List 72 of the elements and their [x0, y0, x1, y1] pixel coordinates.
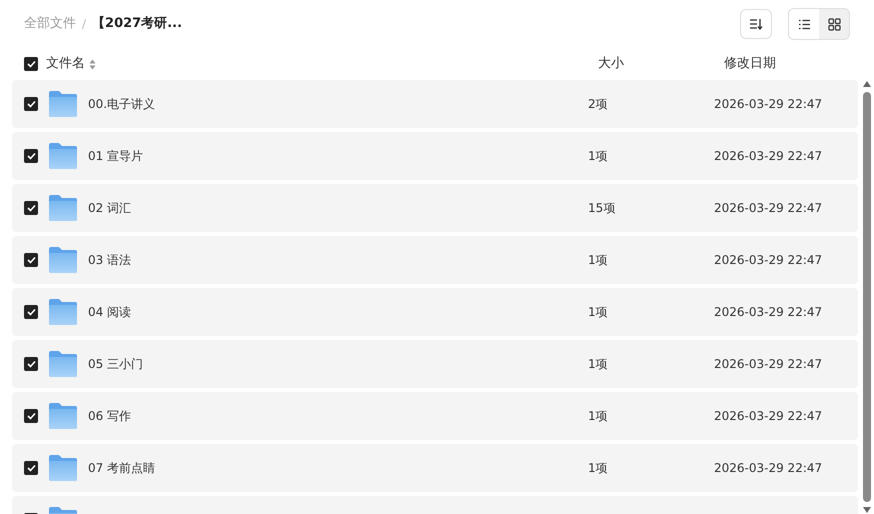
checkbox[interactable] [24, 149, 38, 163]
checkbox[interactable] [24, 97, 38, 111]
file-row[interactable]: 03 语法 1项 2026-03-29 22:47 [12, 236, 858, 284]
file-name: 01 宣导片 [88, 148, 144, 165]
item-count: 1项 [588, 356, 609, 373]
sort-button[interactable] [740, 9, 772, 39]
folder-icon [48, 246, 78, 274]
check-icon [26, 204, 36, 212]
check-icon [26, 308, 36, 316]
breadcrumb-current: 【2027考研... [92, 15, 182, 34]
scroll-down-icon[interactable] [862, 506, 872, 514]
column-header[interactable]: 修改日期 [724, 54, 776, 74]
modified-date: 2026-03-29 22:47 [714, 304, 822, 321]
folder-icon [48, 298, 78, 326]
list-view-button[interactable] [789, 9, 819, 39]
checkbox[interactable] [24, 253, 38, 267]
column-header[interactable]: 大小 [598, 54, 724, 74]
modified-date: 2026-03-29 22:47 [714, 356, 822, 373]
scrollbar-thumb[interactable] [863, 92, 871, 502]
file-row[interactable]: 07 考前点睛 1项 2026-03-29 22:47 [12, 444, 858, 492]
folder-icon [48, 454, 78, 482]
item-count: 1项 [588, 148, 609, 165]
item-count: 2项 [588, 96, 609, 113]
folder-icon [48, 402, 78, 430]
modified-date: 2026-03-29 22:47 [714, 200, 822, 217]
folder-icon [48, 350, 78, 378]
checkbox[interactable] [24, 305, 38, 319]
file-name: 06 写作 [88, 408, 132, 425]
column-header[interactable]: 文件名 [46, 54, 85, 74]
file-name: 03 语法 [88, 252, 132, 269]
checkbox[interactable] [24, 201, 38, 215]
folder-icon [48, 194, 78, 222]
item-count: 1项 [588, 304, 609, 321]
check-icon [26, 412, 36, 420]
file-name: 04 阅读 [88, 304, 132, 321]
file-name: 05 三小门 [88, 356, 144, 373]
checkbox[interactable] [24, 461, 38, 475]
file-name: 02 词汇 [88, 200, 132, 217]
item-count: 1项 [588, 460, 609, 477]
folder-icon [48, 142, 78, 170]
grid-icon [828, 18, 840, 30]
checkbox[interactable] [24, 57, 38, 71]
check-icon [26, 360, 36, 368]
folder-icon [48, 90, 78, 118]
check-icon [26, 256, 36, 264]
breadcrumb-separator: / [82, 16, 86, 33]
checkbox[interactable] [24, 409, 38, 423]
file-row[interactable]: 06 写作 1项 2026-03-29 22:47 [12, 392, 858, 440]
check-icon [26, 464, 36, 472]
item-count: 1项 [588, 252, 609, 269]
file-row[interactable]: 01 宣导片 1项 2026-03-29 22:47 [12, 132, 858, 180]
sort-icon [749, 18, 763, 30]
file-row[interactable]: 04 阅读 1项 2026-03-29 22:47 [12, 288, 858, 336]
file-name: 07 考前点睛 [88, 460, 156, 477]
checkbox[interactable] [24, 357, 38, 371]
item-count: 15项 [588, 200, 616, 217]
list-icon [798, 18, 810, 30]
file-name: 00.电子讲义 [88, 96, 156, 113]
item-count: 1项 [588, 408, 609, 425]
check-icon [26, 100, 36, 108]
modified-date: 2026-03-29 22:47 [714, 408, 822, 425]
modified-date: 2026-03-29 22:47 [714, 148, 822, 165]
scroll-up-icon[interactable] [862, 80, 872, 88]
modified-date: 2026-03-29 22:47 [714, 460, 822, 477]
file-row[interactable]: 05 三小门 1项 2026-03-29 22:47 [12, 340, 858, 388]
modified-date: 2026-03-29 22:47 [714, 252, 822, 269]
check-icon [26, 152, 36, 160]
check-icon [26, 60, 36, 68]
file-row[interactable]: 00.电子讲义 2项 2026-03-29 22:47 [12, 80, 858, 128]
file-row[interactable]: 02 词汇 15项 2026-03-29 22:47 [12, 184, 858, 232]
sort-icon[interactable] [89, 58, 96, 70]
modified-date: 2026-03-29 22:47 [714, 96, 822, 113]
